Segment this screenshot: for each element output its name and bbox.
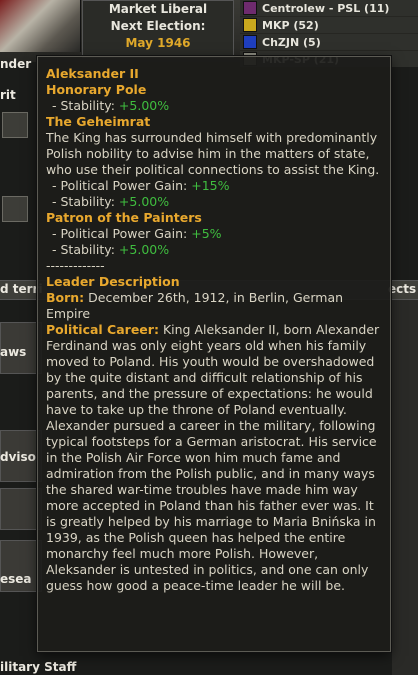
modifier-label: - Stability: (52, 98, 115, 113)
research-label: esea (0, 572, 32, 586)
modifier-row: - Stability: +5.00% (46, 194, 382, 210)
modifier-label: - Political Power Gain: (52, 178, 188, 193)
born-text: December 26th, 1912, in Berlin, German E… (46, 290, 344, 321)
government-info: Market Liberal Next Election: May 1946 (82, 0, 234, 58)
party-label: MKP (52) (262, 18, 319, 32)
party-label: ChZJN (5) (262, 35, 321, 49)
party-row[interactable]: ChZJN (5) (240, 34, 418, 50)
party-color-swatch (243, 1, 257, 15)
right-panel (392, 300, 418, 675)
trait-name: Honorary Pole (46, 82, 147, 97)
party-list: Centrolew - PSL (11) MKP (52) ChZJN (5) … (240, 0, 418, 67)
party-row[interactable]: Centrolew - PSL (11) (240, 0, 418, 16)
career-text: King Aleksander II, born Alexander Ferdi… (46, 322, 380, 593)
trait-description: The King has surrounded himself with pre… (46, 130, 380, 177)
party-row[interactable]: MKP (52) (240, 17, 418, 33)
leader-label-fragment: nder (0, 57, 32, 71)
born-label: Born: (46, 290, 85, 305)
party-label: Centrolew - PSL (11) (262, 1, 390, 15)
military-staff-label: ilitary Staff (0, 660, 77, 674)
party-color-swatch (243, 18, 257, 32)
trait-name: Patron of the Painters (46, 210, 202, 225)
modifier-value: +5.00% (118, 194, 170, 209)
description-header: Leader Description (46, 274, 180, 289)
modifier-row: - Stability: +5.00% (46, 242, 382, 258)
document-icon[interactable] (2, 112, 28, 138)
modifier-value: +5.00% (118, 242, 170, 257)
modifier-label: - Political Power Gain: (52, 226, 188, 241)
modifier-label: - Stability: (52, 242, 115, 257)
trait-name: The Geheimrat (46, 114, 151, 129)
leader-portrait[interactable] (0, 0, 81, 52)
career-paragraph: Political Career: King Aleksander II, bo… (46, 322, 382, 594)
leader-name: Aleksander II (46, 66, 139, 81)
modifier-row: - Stability: +5.00% (46, 98, 382, 114)
advisors-label: dviso (0, 450, 36, 464)
leader-tooltip: Aleksander II Honorary Pole - Stability:… (37, 56, 391, 652)
career-label: Political Career: (46, 322, 159, 337)
trait-label-fragment: rit (0, 88, 16, 102)
modifier-value: +5% (191, 226, 222, 241)
modifier-row: - Political Power Gain: +15% (46, 178, 382, 194)
modifier-label: - Stability: (52, 194, 115, 209)
advisor-portrait[interactable] (0, 488, 42, 530)
scales-icon[interactable] (2, 196, 28, 222)
ideology-label: Market Liberal (108, 2, 208, 16)
modifier-row: - Political Power Gain: +5% (46, 226, 382, 242)
laws-label: aws (0, 345, 27, 359)
modifier-value: +5.00% (118, 98, 170, 113)
divider: ------------- (46, 258, 105, 273)
modifier-value: +15% (191, 178, 230, 193)
born-paragraph: Born: December 26th, 1912, in Berlin, Ge… (46, 290, 382, 322)
election-label: Next Election: (110, 19, 206, 33)
party-color-swatch (243, 35, 257, 49)
election-date: May 1946 (125, 36, 191, 50)
strip-right-text: ects (388, 282, 417, 296)
